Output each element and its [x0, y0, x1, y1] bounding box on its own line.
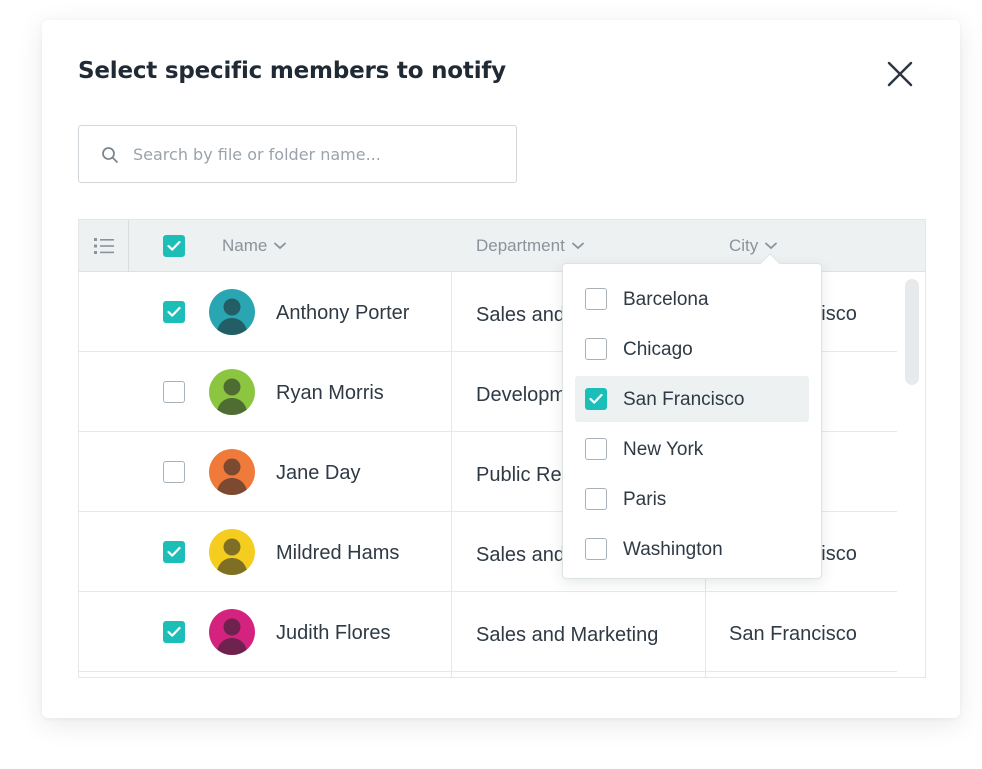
city-option-checkbox[interactable]: [585, 388, 607, 410]
city-option-checkbox[interactable]: [585, 338, 607, 360]
member-name: Ryan Morris: [276, 382, 384, 404]
city-option-checkbox[interactable]: [585, 488, 607, 510]
notify-members-dialog: Select specific members to notify Search…: [42, 20, 960, 718]
avatar: [209, 289, 255, 335]
city-option-label: Barcelona: [623, 289, 709, 310]
city-option[interactable]: Chicago: [575, 326, 809, 372]
row-select-checkbox[interactable]: [163, 381, 185, 403]
close-icon: [887, 61, 913, 87]
check-icon: [167, 240, 181, 251]
city-option[interactable]: Washington: [575, 526, 809, 572]
check-icon: [167, 626, 181, 637]
table-row[interactable]: Judith Flores Sales and Marketing San Fran…: [79, 592, 897, 672]
search-icon: [102, 147, 118, 163]
city-option-checkbox[interactable]: [585, 288, 607, 310]
member-name: Judith Flores: [276, 622, 391, 644]
avatar-portrait-icon: [209, 609, 255, 655]
city-option-checkbox[interactable]: [585, 538, 607, 560]
avatar: [209, 449, 255, 495]
city-option-label: New York: [623, 439, 704, 460]
city-option-checkbox[interactable]: [585, 438, 607, 460]
chevron-down-icon: [274, 242, 287, 250]
list-icon: [93, 238, 114, 254]
column-name-label: Name: [222, 236, 268, 255]
chevron-down-icon: [765, 242, 778, 250]
city-option[interactable]: New York: [575, 426, 809, 472]
member-name: Jane Day: [276, 462, 361, 484]
row-select-checkbox[interactable]: [163, 301, 185, 323]
column-options-button[interactable]: [79, 220, 129, 272]
dialog-title: Select specific members to notify: [78, 58, 506, 84]
search-box: [78, 125, 517, 183]
city-option-label: Washington: [623, 539, 723, 560]
member-department: Sales and Marketing: [476, 624, 659, 646]
city-option-label: Paris: [623, 489, 667, 510]
row-select-checkbox[interactable]: [163, 621, 185, 643]
city-filter-dropdown: Barcelona Chicago San Francisco New York Par…: [562, 253, 822, 579]
column-city-label: City: [729, 236, 759, 255]
city-option-label: Chicago: [623, 339, 693, 360]
member-city: San Francisco: [729, 623, 857, 645]
scrollbar-thumb[interactable]: [905, 279, 919, 385]
check-icon: [167, 306, 181, 317]
check-icon: [167, 546, 181, 557]
avatar-portrait-icon: [209, 369, 255, 415]
avatar: [209, 369, 255, 415]
member-name: Mildred Hams: [276, 542, 400, 564]
avatar-portrait-icon: [209, 529, 255, 575]
city-option[interactable]: San Francisco: [575, 376, 809, 422]
row-select-checkbox[interactable]: [163, 461, 185, 483]
column-header-department[interactable]: Department: [476, 236, 584, 256]
check-icon: [589, 393, 603, 404]
search-input[interactable]: [133, 140, 493, 168]
city-option-label: San Francisco: [623, 389, 745, 410]
select-all-checkbox[interactable]: [163, 235, 185, 257]
avatar-portrait-icon: [209, 289, 255, 335]
city-option[interactable]: Barcelona: [575, 276, 809, 322]
member-name: Anthony Porter: [276, 302, 410, 324]
avatar-portrait-icon: [209, 449, 255, 495]
avatar: [209, 529, 255, 575]
column-header-name[interactable]: Name: [222, 236, 287, 256]
close-button[interactable]: [880, 54, 920, 94]
chevron-down-icon: [571, 242, 584, 250]
city-option[interactable]: Paris: [575, 476, 809, 522]
column-department-label: Department: [476, 236, 565, 255]
avatar: [209, 609, 255, 655]
row-select-checkbox[interactable]: [163, 541, 185, 563]
